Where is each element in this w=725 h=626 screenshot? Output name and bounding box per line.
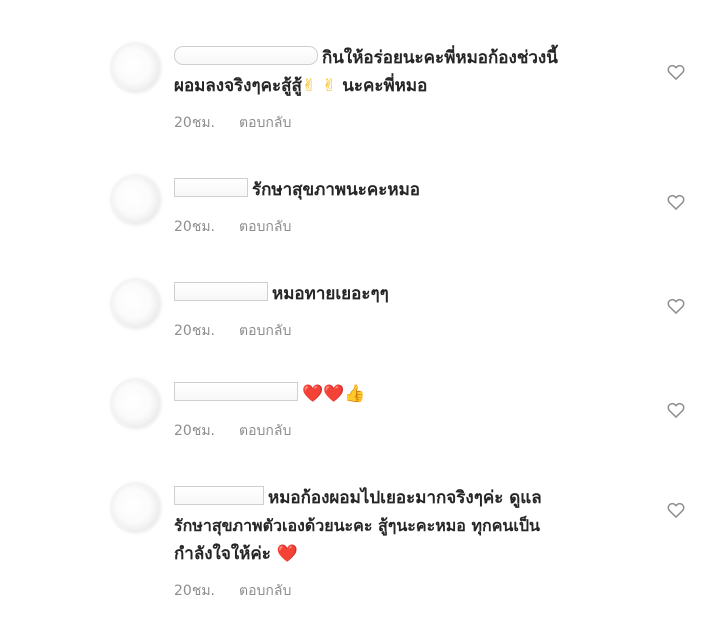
comment-line: ผอมลงจริงๆคะสู้สู้✌ ✌ นะคะพี่หมอ xyxy=(174,72,654,100)
timestamp: 20ชม. xyxy=(174,219,215,235)
timestamp: 20ชม. xyxy=(174,323,215,339)
reply-button[interactable]: ตอบกลับ xyxy=(239,583,291,599)
avatar[interactable] xyxy=(112,176,160,224)
reply-button[interactable]: ตอบกลับ xyxy=(239,115,291,131)
comment-line: หมอก้องผอมไปเยอะมากจริงๆค่ะ ดูแล xyxy=(174,484,654,512)
comment-text-line-2: ผอมลงจริงๆคะสู้สู้ xyxy=(174,76,302,96)
comment-line: รักษาสุขภาพตัวเองด้วยนะคะ สู้ๆนะคะหมอ ทุ… xyxy=(174,512,654,540)
comment-line: ❤️❤️👍 xyxy=(174,380,654,408)
heart-outline-icon[interactable] xyxy=(666,62,686,82)
comment-text: กินให้อร่อยนะคะพี่หมอก้องช่วงนี้ ผอมลงจร… xyxy=(174,44,654,100)
heart-outline-icon[interactable] xyxy=(666,400,686,420)
comment-text-line-3: กำลังใจให้ค่ะ xyxy=(174,544,271,564)
comment-text-line-3: นะคะพี่หมอ xyxy=(342,76,428,96)
red-heart-icon: ❤️ xyxy=(276,544,298,564)
reply-button[interactable]: ตอบกลับ xyxy=(239,323,291,339)
comment-text: ❤️❤️👍 xyxy=(174,380,654,408)
avatar[interactable] xyxy=(112,280,160,328)
comment-text-line-2: รักษาสุขภาพตัวเองด้วยนะคะ สู้ๆนะคะหมอ ทุ… xyxy=(174,516,540,535)
comment-meta: 20ชม. ตอบกลับ xyxy=(174,580,291,602)
comment-line: กำลังใจให้ค่ะ ❤️ xyxy=(174,540,654,568)
reply-button[interactable]: ตอบกลับ xyxy=(239,423,291,439)
comment-text-line-1: กินให้อร่อยนะคะพี่หมอก้องช่วงนี้ xyxy=(322,48,558,68)
avatar[interactable] xyxy=(112,484,160,532)
comment-meta: 20ชม. ตอบกลับ xyxy=(174,216,291,238)
username[interactable] xyxy=(174,46,318,65)
comment-meta: 20ชม. ตอบกลับ xyxy=(174,420,291,442)
comment-text: หมอก้องผอมไปเยอะมากจริงๆค่ะ ดูแล รักษาสุ… xyxy=(174,484,654,568)
avatar[interactable] xyxy=(112,380,160,428)
comment-meta: 20ชม. ตอบกลับ xyxy=(174,320,291,342)
username[interactable] xyxy=(174,282,268,301)
victory-hand-icon: ✌ xyxy=(301,76,317,96)
comment-line: หมอทายเยอะๆๆ xyxy=(174,280,654,308)
comment-text: รักษาสุขภาพนะคะหมอ xyxy=(174,176,654,204)
comment-line: กินให้อร่อยนะคะพี่หมอก้องช่วงนี้ xyxy=(174,44,654,72)
timestamp: 20ชม. xyxy=(174,423,215,439)
heart-outline-icon[interactable] xyxy=(666,296,686,316)
reply-button[interactable]: ตอบกลับ xyxy=(239,219,291,235)
comment-line: รักษาสุขภาพนะคะหมอ xyxy=(174,176,654,204)
username[interactable] xyxy=(174,382,298,401)
avatar[interactable] xyxy=(112,44,160,92)
comment-emoji-text: ❤️❤️👍 xyxy=(302,384,366,404)
heart-outline-icon[interactable] xyxy=(666,500,686,520)
username[interactable] xyxy=(174,486,264,505)
heart-outline-icon[interactable] xyxy=(666,192,686,212)
comment-text-line-1: หมอก้องผอมไปเยอะมากจริงๆค่ะ ดูแล xyxy=(268,488,542,508)
comment-text-line-1: รักษาสุขภาพนะคะหมอ xyxy=(252,180,421,200)
timestamp: 20ชม. xyxy=(174,583,215,599)
victory-hand-icon: ✌ xyxy=(322,76,337,96)
comment-text: หมอทายเยอะๆๆ xyxy=(174,280,654,308)
timestamp: 20ชม. xyxy=(174,115,215,131)
comment-text-line-1: หมอทายเยอะๆๆ xyxy=(272,284,389,304)
username[interactable] xyxy=(174,178,248,197)
comment-meta: 20ชม. ตอบกลับ xyxy=(174,112,291,134)
